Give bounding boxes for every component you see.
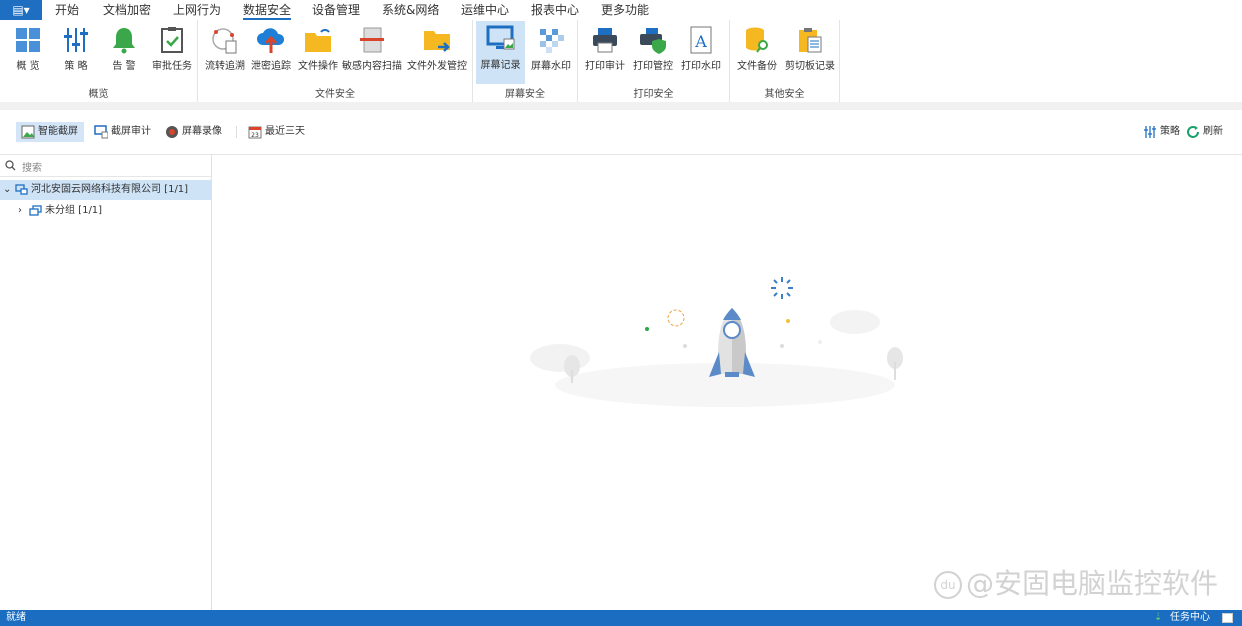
policy-toolbar-button[interactable]: 策略	[1138, 122, 1186, 142]
panel-toggle-icon[interactable]	[1222, 613, 1233, 623]
task-center-button[interactable]: 任务中心	[1170, 610, 1210, 626]
clipboard-check-icon	[161, 27, 183, 53]
computer-group-icon	[29, 205, 42, 216]
group-label: 文件安全	[315, 89, 355, 100]
group-other-security: 文件备份 剪切板记录 其他安全	[730, 20, 840, 102]
document-scan-icon	[360, 27, 384, 53]
ribbon: 概 览 策 略 告 警 审批任务 概览 流转追溯 泄密追踪 文件操作 敏感内容扫…	[0, 20, 1242, 102]
status-text: 就绪	[6, 612, 26, 623]
refresh-icon	[1187, 126, 1199, 138]
checker-icon	[540, 29, 564, 53]
screen-watermark-button[interactable]: 屏幕水印	[527, 22, 575, 84]
monitor-image-icon	[486, 25, 514, 50]
printer-icon	[593, 28, 617, 53]
tab-start[interactable]: 开始	[55, 2, 79, 18]
print-audit-button[interactable]: 打印审计	[582, 22, 628, 84]
sliders-icon	[64, 28, 88, 52]
flow-trace-button[interactable]: 流转追溯	[202, 22, 248, 84]
tree-node-root[interactable]: ⌄ 河北安固云网络科技有限公司 [1/1]	[0, 180, 212, 200]
toolbar-divider	[236, 126, 237, 138]
sliders-icon	[1144, 126, 1156, 138]
document-letter-icon: A	[690, 26, 712, 54]
group-overview: 概 览 策 略 告 警 审批任务 概览	[0, 20, 198, 102]
watermark: du @安固电脑监控软件	[933, 562, 1218, 602]
print-watermark-button[interactable]: A 打印水印	[678, 22, 724, 84]
empty-state-illustration	[530, 277, 903, 407]
tab-report-center[interactable]: 报表中心	[531, 2, 579, 18]
group-screen-security: 屏幕记录 屏幕水印 屏幕安全	[473, 20, 578, 102]
file-operation-button[interactable]: 文件操作	[295, 22, 341, 84]
toolbar: 智能截屏 截屏审计 屏幕录像 23 最近三天 策略 刷新	[0, 118, 1242, 146]
group-label: 屏幕安全	[505, 89, 545, 100]
device-tree-panel: 搜索 ⌄ 河北安固云网络科技有限公司 [1/1] › 未分组 [1/1]	[0, 155, 212, 610]
sensitive-scan-button[interactable]: 敏感内容扫描	[342, 22, 402, 84]
tab-ops-center[interactable]: 运维中心	[461, 2, 509, 18]
tree-search-input[interactable]: 搜索	[0, 155, 211, 177]
tab-data-security[interactable]: 数据安全	[243, 2, 292, 20]
policy-button[interactable]: 策 略	[54, 22, 98, 84]
group-file-security: 流转追溯 泄密追踪 文件操作 敏感内容扫描 文件外发管控 文件安全	[198, 20, 473, 102]
flow-trace-icon	[212, 28, 237, 54]
screen-record-button[interactable]: 屏幕记录	[476, 21, 525, 84]
approval-tasks-button[interactable]: 审批任务	[149, 22, 195, 84]
group-label: 概览	[88, 89, 109, 100]
file-backup-button[interactable]: 文件备份	[734, 22, 780, 84]
printer-shield-icon	[640, 28, 666, 54]
app-menu-button[interactable]: ▤▾	[0, 0, 42, 20]
date-range-button[interactable]: 23 最近三天	[243, 122, 311, 142]
tab-doc-encrypt[interactable]: 文档加密	[103, 2, 151, 18]
record-icon	[166, 126, 178, 138]
search-icon	[5, 160, 16, 171]
clipboard-icon	[799, 28, 822, 53]
svg-text:23: 23	[251, 132, 259, 139]
folder-icon	[305, 29, 331, 52]
tree-node-ungrouped[interactable]: › 未分组 [1/1]	[0, 201, 212, 221]
print-control-button[interactable]: 打印管控	[630, 22, 676, 84]
tab-device-mgmt[interactable]: 设备管理	[312, 2, 360, 18]
image-icon	[21, 125, 35, 139]
monitor-icon	[94, 125, 108, 139]
alert-button[interactable]: 告 警	[102, 22, 146, 84]
status-bar: 就绪 ⇣ 任务中心	[0, 610, 1242, 626]
svg-text:A: A	[694, 32, 707, 51]
cloud-upload-icon	[257, 28, 285, 53]
tab-system-network[interactable]: 系统&网络	[382, 2, 439, 18]
leak-trace-button[interactable]: 泄密追踪	[248, 22, 294, 84]
smart-capture-button[interactable]: 智能截屏	[16, 122, 84, 142]
network-icon	[15, 184, 28, 195]
capture-audit-button[interactable]: 截屏审计	[89, 122, 157, 142]
screen-record-video-button[interactable]: 屏幕录像	[160, 122, 228, 142]
overview-button[interactable]: 概 览	[6, 22, 50, 84]
chevron-down-icon[interactable]: ⌄	[3, 180, 11, 200]
calendar-icon: 23	[248, 126, 262, 139]
tab-more[interactable]: 更多功能	[601, 2, 649, 18]
grid-icon	[16, 28, 40, 52]
du-logo-icon: du	[933, 571, 962, 599]
folder-arrow-icon	[424, 31, 450, 52]
ribbon-separator	[0, 102, 1242, 110]
refresh-button[interactable]: 刷新	[1181, 122, 1229, 142]
menu-bar: ▤▾ 开始 文档加密 上网行为 数据安全 设备管理 系统&网络 运维中心 报表中…	[0, 0, 1242, 20]
database-search-icon	[746, 27, 768, 53]
file-outgoing-control-button[interactable]: 文件外发管控	[404, 22, 470, 84]
group-label: 打印安全	[633, 89, 674, 100]
download-arrow-icon: ⇣	[1154, 612, 1163, 623]
clipboard-record-button[interactable]: 剪切板记录	[782, 22, 838, 84]
group-print-security: 打印审计 打印管控 A 打印水印 打印安全	[578, 20, 730, 102]
bell-icon	[113, 28, 135, 54]
group-label: 其他安全	[764, 89, 805, 100]
chevron-right-icon[interactable]: ›	[18, 201, 22, 221]
tab-web-behavior[interactable]: 上网行为	[173, 2, 221, 18]
